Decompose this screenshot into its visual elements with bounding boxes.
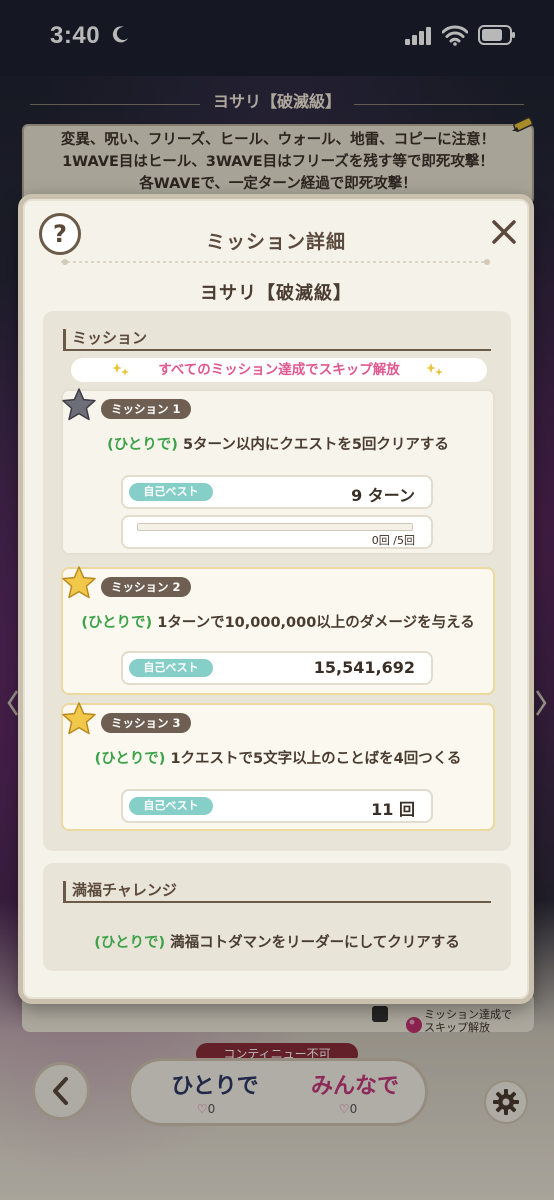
quest-name: ヨサリ【破滅級】 <box>200 283 352 304</box>
star-icon-complete <box>62 702 96 735</box>
skip-banner-text: すべてのミッション達成でスキップ解放 <box>158 362 400 378</box>
challenge-condition: (ひとりで) 満福コトダマンをリーダーにしてクリアする <box>43 931 511 952</box>
solo-tag: (ひとりで) <box>107 437 178 453</box>
personal-best-value: 11 回 <box>371 800 415 819</box>
close-button[interactable] <box>489 217 519 247</box>
title-ornament <box>61 259 491 265</box>
mission-condition: (ひとりで) 5ターン以内にクエストを5回クリアする <box>63 433 493 454</box>
personal-best-value: 9 ターン <box>351 486 415 505</box>
mission-condition-text: 1ターンで10,000,000以上のダメージを与える <box>157 615 475 631</box>
progress-count: 0回 /5回 <box>371 534 415 547</box>
star-icon-incomplete <box>62 388 96 421</box>
personal-best-row: 自己ベスト 9 ターン <box>121 475 433 509</box>
personal-best-row: 自己ベスト 15,541,692 <box>121 651 433 685</box>
challenge-section-heading: 満福チャレンジ <box>63 881 491 903</box>
personal-best-row: 自己ベスト 11 回 <box>121 789 433 823</box>
mission-label: ミッション 3 <box>101 713 191 733</box>
personal-best-tag: 自己ベスト <box>129 483 213 501</box>
challenge-condition-text: 満福コトダマンをリーダーにしてクリアする <box>170 935 460 951</box>
progress-bar <box>137 523 413 531</box>
mission-condition-text: 1クエストで5文字以上のことばを4回つくる <box>170 751 462 767</box>
mission-label: ミッション 2 <box>101 577 191 597</box>
personal-best-value: 15,541,692 <box>313 658 415 677</box>
personal-best-tag: 自己ベスト <box>129 659 213 677</box>
mission-detail-dialog: ? ミッション詳細 ヨサリ【破滅級】 ミッション すべてのミッション達成でスキッ… <box>18 194 534 1004</box>
mission-progress-row: 0回 /5回 <box>121 515 433 549</box>
mission-card-1: ミッション 1 (ひとりで) 5ターン以内にクエストを5回クリアする 自己ベスト… <box>61 388 495 555</box>
mission-card-2: ミッション 2 (ひとりで) 1ターンで10,000,000以上のダメージを与え… <box>61 566 495 695</box>
dialog-title: ミッション詳細 <box>205 231 346 253</box>
mission-section-heading: ミッション <box>63 329 491 351</box>
star-icon-complete <box>62 566 96 599</box>
mission-label: ミッション 1 <box>101 399 191 419</box>
challenge-panel: 満福チャレンジ (ひとりで) 満福コトダマンをリーダーにしてクリアする <box>43 863 511 971</box>
sparkle-icon <box>112 363 129 376</box>
mission-panel: ミッション すべてのミッション達成でスキップ解放 ミッション 1 (ひとりで) … <box>43 311 511 851</box>
personal-best-tag: 自己ベスト <box>129 797 213 815</box>
mission-condition-text: 5ターン以内にクエストを5回クリアする <box>182 437 449 453</box>
solo-tag: (ひとりで) <box>81 615 153 631</box>
solo-tag: (ひとりで) <box>94 935 166 951</box>
mission-condition: (ひとりで) 1クエストで5文字以上のことばを4回つくる <box>63 747 493 768</box>
solo-tag: (ひとりで) <box>94 751 166 767</box>
skip-unlock-banner: すべてのミッション達成でスキップ解放 <box>71 358 487 382</box>
mission-condition: (ひとりで) 1ターンで10,000,000以上のダメージを与える <box>63 611 493 632</box>
mission-card-3: ミッション 3 (ひとりで) 1クエストで5文字以上のことばを4回つくる 自己ベ… <box>61 702 495 831</box>
sparkle-icon <box>426 363 443 376</box>
